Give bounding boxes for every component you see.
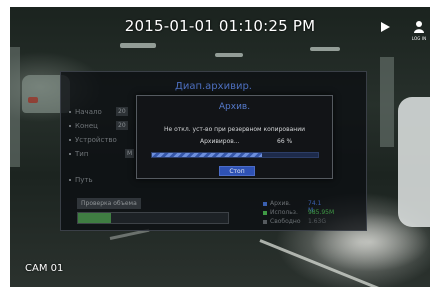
storage-size-bar xyxy=(77,212,229,224)
field-device: Устройство xyxy=(69,136,117,146)
end-value[interactable]: 20 xyxy=(116,121,128,130)
login-label: LOG IN xyxy=(411,36,427,41)
field-label: Начало xyxy=(75,108,102,116)
login-button[interactable]: LOG IN xyxy=(410,18,428,41)
field-label: Тип xyxy=(75,150,89,158)
pillar xyxy=(10,47,20,167)
legend-used: Использ. 985.95M xyxy=(263,209,334,217)
legend-swatch xyxy=(263,201,267,206)
field-start: Начало 20 xyxy=(69,107,128,118)
user-icon xyxy=(414,21,424,33)
pillar xyxy=(380,57,394,147)
play-icon[interactable] xyxy=(378,19,392,33)
ceiling-light xyxy=(310,47,340,51)
field-end: Конец 20 xyxy=(69,121,128,132)
legend-swatch xyxy=(263,210,267,215)
dialog-message: Не откл. уст-во при резервном копировани… xyxy=(164,126,305,133)
storage-size-fill xyxy=(78,213,111,223)
field-path: Путь xyxy=(69,176,93,186)
progress-percent: 66 % xyxy=(277,138,293,145)
progress-fill xyxy=(152,153,262,157)
tail-light xyxy=(28,97,38,103)
check-size-button[interactable]: Проверка объема xyxy=(77,198,141,209)
type-value[interactable]: М xyxy=(125,149,135,158)
start-value[interactable]: 20 xyxy=(116,107,128,116)
panel-title: Диап.архивир. xyxy=(175,81,252,92)
parked-car xyxy=(398,97,430,227)
legend-swatch xyxy=(263,219,267,224)
ceiling-light xyxy=(215,53,243,57)
legend-value: 1.63G xyxy=(308,218,327,225)
field-label: Путь xyxy=(75,176,93,184)
field-label: Устройство xyxy=(75,136,117,144)
dialog-title: Архив. xyxy=(218,102,251,112)
progress-label: Архивиров... xyxy=(200,138,240,145)
progress-bar xyxy=(151,152,319,158)
legend-archive: Архив. 74.1 M xyxy=(263,200,321,214)
timestamp: 2015-01-01 01:10:25 PM xyxy=(124,17,316,35)
backup-progress-dialog: Архив. Не откл. уст-во при резервном коп… xyxy=(136,95,333,179)
camera-label: CAM 01 xyxy=(25,263,64,274)
stop-button[interactable]: Стоп xyxy=(219,166,255,176)
legend-free: Свободно 1.63G xyxy=(263,218,326,226)
camera-view: 2015-01-01 01:10:25 PM LOG IN Диап.архив… xyxy=(10,7,430,287)
field-type: Тип М xyxy=(69,149,135,160)
ceiling-light xyxy=(120,43,156,48)
legend-value: 985.95M xyxy=(308,209,335,216)
field-label: Конец xyxy=(75,122,98,130)
